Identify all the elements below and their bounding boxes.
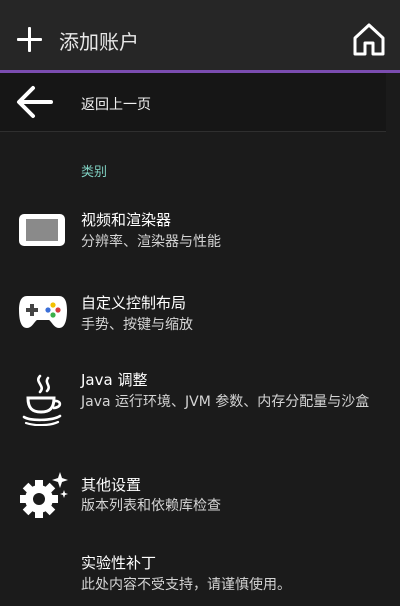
menu-item-control-layout[interactable]: 自定义控制布局 手势、按键与缩放 <box>0 282 386 350</box>
menu-item-subtitle: 分辨率、渲染器与性能 <box>81 234 221 250</box>
menu-item-title: 其他设置 <box>81 476 142 494</box>
gamepad-icon <box>19 296 67 328</box>
menu-item-title: 实验性补丁 <box>81 554 157 572</box>
gear-sparkle-icon <box>20 472 68 518</box>
home-icon[interactable] <box>350 21 388 59</box>
plus-icon[interactable] <box>17 27 42 52</box>
arrow-left-icon[interactable] <box>15 85 55 119</box>
display-icon <box>19 214 65 246</box>
java-cup-icon <box>22 374 62 426</box>
menu-item-experimental-patches[interactable]: 实验性补丁 此处内容不受支持，请谨慎使用。 <box>0 548 386 606</box>
menu-item-title: 自定义控制布局 <box>81 294 187 312</box>
menu-item-title: Java 调整 <box>81 371 148 389</box>
menu-item-subtitle: Java 运行环境、JVM 参数、内存分配量与沙盒 <box>81 394 370 410</box>
section-header-category: 类别 <box>81 165 108 180</box>
top-bar: 添加账户 <box>0 0 400 72</box>
back-row[interactable]: 返回上一页 <box>0 73 386 132</box>
menu-item-video-renderer[interactable]: 视频和渲染器 分辨率、渲染器与性能 <box>0 198 386 266</box>
menu-item-title: 视频和渲染器 <box>81 211 172 229</box>
back-label: 返回上一页 <box>81 97 151 113</box>
add-account-title[interactable]: 添加账户 <box>59 26 139 55</box>
scrollbar-track[interactable] <box>386 73 400 606</box>
menu-item-subtitle: 版本列表和依赖库检查 <box>81 498 221 514</box>
menu-item-subtitle: 手势、按键与缩放 <box>81 317 193 333</box>
menu-item-subtitle: 此处内容不受支持，请谨慎使用。 <box>81 577 291 593</box>
menu-item-java-tweaks[interactable]: Java 调整 Java 运行环境、JVM 参数、内存分配量与沙盒 <box>0 366 386 442</box>
menu-item-other-settings[interactable]: 其他设置 版本列表和依赖库检查 <box>0 466 386 534</box>
